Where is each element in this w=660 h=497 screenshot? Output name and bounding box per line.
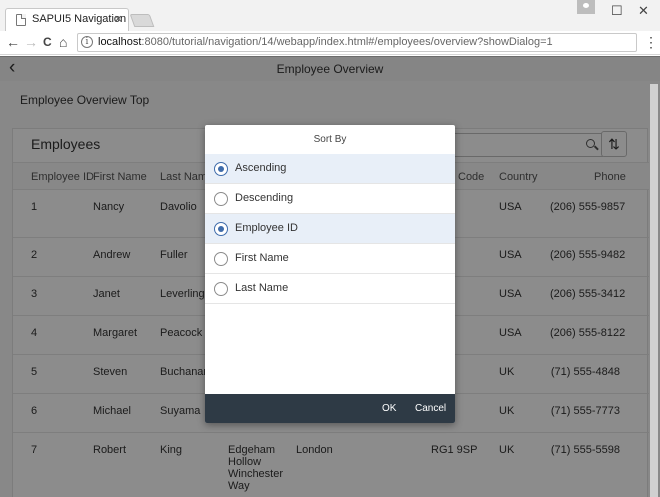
browser-tab[interactable]: SAPUI5 Navigation ×: [5, 8, 129, 31]
url-path: :8080/tutorial/navigation/14/webapp/inde…: [141, 36, 553, 48]
radio-button[interactable]: [214, 252, 228, 266]
forward-arrow-icon[interactable]: →: [24, 34, 38, 50]
sort-field-last-name[interactable]: Last Name: [205, 274, 455, 304]
option-label: Descending: [235, 192, 294, 204]
close-tab-icon[interactable]: ×: [114, 12, 122, 26]
window-close-icon[interactable]: ✕: [638, 3, 649, 19]
back-arrow-icon[interactable]: ←: [6, 34, 20, 50]
dialog-title: Sort By: [313, 134, 347, 145]
dialog-footer: OK Cancel: [205, 394, 455, 423]
radio-button[interactable]: [214, 282, 228, 296]
url-host: localhost: [98, 36, 142, 48]
url-text: localhost:8080/tutorial/navigation/14/we…: [98, 36, 553, 48]
sort-field-employee-id[interactable]: Employee ID: [205, 214, 455, 244]
tab-title: SAPUI5 Navigation: [32, 13, 127, 25]
page-scrollbar[interactable]: [650, 84, 658, 497]
ok-button[interactable]: OK: [382, 403, 396, 414]
info-icon[interactable]: i: [81, 36, 93, 48]
sort-dialog: Sort By Ascending Descending Employee ID…: [205, 125, 455, 423]
sort-option-ascending[interactable]: Ascending: [205, 154, 455, 184]
radio-button[interactable]: [214, 222, 228, 236]
browser-menu-icon[interactable]: ⋮: [644, 34, 658, 50]
address-bar[interactable]: i localhost:8080/tutorial/navigation/14/…: [77, 33, 637, 52]
browser-titlebar: SAPUI5 Navigation × — ☐✕: [0, 0, 660, 31]
sort-option-descending[interactable]: Descending: [205, 184, 455, 214]
sort-field-first-name[interactable]: First Name: [205, 244, 455, 274]
browser-toolbar: ← → C ⌂ i localhost:8080/tutorial/naviga…: [0, 31, 660, 55]
cancel-button[interactable]: Cancel: [415, 403, 446, 414]
option-label: Ascending: [235, 162, 287, 174]
maximize-icon[interactable]: ☐: [611, 3, 623, 19]
option-label: Last Name: [235, 282, 289, 294]
user-profile-icon[interactable]: [577, 0, 595, 14]
page-icon: [16, 14, 26, 26]
option-label: First Name: [235, 252, 289, 264]
home-icon[interactable]: ⌂: [59, 34, 67, 50]
new-tab-button[interactable]: [129, 14, 155, 27]
reload-icon[interactable]: C: [43, 34, 52, 50]
radio-button[interactable]: [214, 192, 228, 206]
option-label: Employee ID: [235, 222, 298, 234]
radio-button[interactable]: [214, 162, 228, 176]
